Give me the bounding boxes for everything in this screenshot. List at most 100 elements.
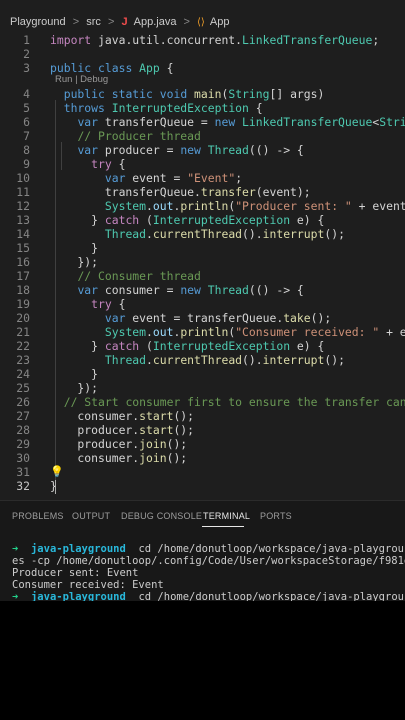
line-number: 24 xyxy=(16,367,30,381)
code-line[interactable]: 3 public class App { xyxy=(0,61,405,75)
code-text: Thread.currentThread().interrupt(); xyxy=(104,353,345,367)
chevron-right-icon: > xyxy=(72,16,80,29)
code-line[interactable]: 18 var consumer = new Thread(() -> { xyxy=(0,283,405,297)
code-line[interactable]: 21 System.out.println("Consumer received… xyxy=(0,325,405,339)
line-number: 2 xyxy=(23,47,30,61)
panel-tabs: PROBLEMS OUTPUT DEBUG CONSOLE TERMINAL P… xyxy=(0,501,405,531)
code-line[interactable]: 23 Thread.currentThread().interrupt(); xyxy=(0,353,405,367)
code-text: var producer = new Thread(() -> { xyxy=(77,143,304,157)
code-text: var event = transferQueue.take(); xyxy=(104,311,332,325)
breadcrumb-symbol[interactable]: App xyxy=(210,16,230,28)
code-text: public class App { xyxy=(50,61,174,75)
line-number: 25 xyxy=(16,381,30,395)
tab-debug-console[interactable]: DEBUG CONSOLE xyxy=(121,511,202,521)
code-line[interactable]: 4 public static void main(String[] args) xyxy=(0,87,405,101)
code-line[interactable]: 8 var producer = new Thread(() -> { xyxy=(0,143,405,157)
code-line[interactable]: 13 } catch (InterruptedException e) { xyxy=(0,213,405,227)
code-text: public static void main(String[] args) xyxy=(63,87,325,101)
code-text: }); xyxy=(50,381,99,395)
code-line[interactable]: 14 Thread.currentThread().interrupt(); xyxy=(0,227,405,241)
code-line[interactable]: 19 try { xyxy=(0,297,405,311)
breadcrumb-folder[interactable]: src xyxy=(86,16,101,28)
terminal-project: java-playground xyxy=(30,543,126,555)
code-text: Thread.currentThread().interrupt(); xyxy=(104,227,345,241)
line-number: 20 xyxy=(16,311,30,325)
line-number: 5 xyxy=(23,101,30,115)
code-line[interactable]: 15 } xyxy=(0,241,405,255)
code-line[interactable]: 9 try { xyxy=(0,157,405,171)
terminal-line: Producer sent: Event xyxy=(12,567,139,579)
line-number: 21 xyxy=(16,325,30,339)
breadcrumb-root[interactable]: Playground xyxy=(10,16,66,28)
code-line[interactable]: 32} xyxy=(0,479,405,493)
code-text: transferQueue.transfer(event); xyxy=(50,185,311,199)
tab-output[interactable]: OUTPUT xyxy=(72,511,110,521)
chevron-right-icon: > xyxy=(107,16,115,29)
tab-terminal[interactable]: TERMINAL xyxy=(203,511,250,521)
line-number: 8 xyxy=(23,143,30,157)
line-number: 1 xyxy=(23,33,30,47)
line-number: 3 xyxy=(23,61,30,75)
line-number: 27 xyxy=(16,409,30,423)
line-number: 10 xyxy=(16,171,30,185)
code-line[interactable]: 29 producer.join(); xyxy=(0,437,405,451)
line-number: 29 xyxy=(16,437,30,451)
code-text: System.out.println("Consumer received: "… xyxy=(104,325,405,339)
tab-problems[interactable]: PROBLEMS xyxy=(12,511,64,521)
code-text: try { xyxy=(91,297,126,311)
line-number: 28 xyxy=(16,423,30,437)
line-number: 30 xyxy=(16,451,30,465)
screen: Playground > src > J App.java > ⟨⟩ App R… xyxy=(0,0,405,720)
code-line[interactable]: 28 producer.start(); xyxy=(0,423,405,437)
line-number: 12 xyxy=(16,199,30,213)
code-line[interactable]: 1 import java.util.concurrent.LinkedTrans… xyxy=(0,33,405,47)
tab-ports[interactable]: PORTS xyxy=(260,511,292,521)
code-line[interactable]: 17 // Consumer thread xyxy=(0,269,405,283)
prompt-arrow-icon: ➜ xyxy=(12,543,19,555)
chevron-right-icon: > xyxy=(183,16,190,29)
lightbulb-icon[interactable]: 💡 xyxy=(50,465,64,478)
run-debug-codelens[interactable]: Run | Debug xyxy=(55,74,108,85)
code-text: var consumer = new Thread(() -> { xyxy=(77,283,304,297)
code-line[interactable]: 7 // Producer thread xyxy=(0,129,405,143)
code-line[interactable]: 30 consumer.join(); xyxy=(0,451,405,465)
terminal-output[interactable]: ➜ java-playground cd /home/donutloop/wor… xyxy=(12,543,405,601)
code-text: } catch (InterruptedException e) { xyxy=(50,213,325,227)
terminal-line: ➜ java-playground cd /home/donutloop/wor… xyxy=(12,543,405,555)
line-number: 31 xyxy=(16,465,30,479)
line-number: 32 xyxy=(16,479,30,493)
code-line[interactable]: 27 consumer.start(); xyxy=(0,409,405,423)
code-line[interactable]: 24 } xyxy=(0,367,405,381)
code-line[interactable]: 5 throws InterruptedException { xyxy=(0,101,405,115)
line-number: 14 xyxy=(16,227,30,241)
code-line[interactable]: 22 } catch (InterruptedException e) { xyxy=(0,339,405,353)
code-line[interactable]: 12 System.out.println("Producer sent: " … xyxy=(0,199,405,213)
code-line[interactable]: 25 }); xyxy=(0,381,405,395)
code-line[interactable]: 2 xyxy=(0,47,405,61)
code-text: } xyxy=(50,241,99,255)
terminal-line: ➜ java-playground cd /home/donutloop/wor… xyxy=(12,591,405,601)
line-number: 6 xyxy=(23,115,30,129)
code-text: // Consumer thread xyxy=(77,269,201,283)
code-text: } xyxy=(50,367,99,381)
line-number: 15 xyxy=(16,241,30,255)
code-text: // Start consumer first to ensure the tr… xyxy=(63,395,405,409)
line-number: 23 xyxy=(16,353,30,367)
code-text: producer.join(); xyxy=(50,437,188,451)
code-text: import java.util.concurrent.LinkedTransf… xyxy=(50,33,380,47)
line-number: 22 xyxy=(16,339,30,353)
line-number: 13 xyxy=(16,213,30,227)
active-tab-indicator xyxy=(202,526,244,527)
code-line[interactable]: 26 // Start consumer first to ensure the… xyxy=(0,395,405,409)
prompt-arrow-icon: ➜ xyxy=(12,591,19,601)
breadcrumb-file[interactable]: App.java xyxy=(134,16,177,28)
code-line[interactable]: 16 }); xyxy=(0,255,405,269)
code-line[interactable]: 11 transferQueue.transfer(event); xyxy=(0,185,405,199)
code-line[interactable]: 6 var transferQueue = new LinkedTransfer… xyxy=(0,115,405,129)
code-line[interactable]: 20 var event = transferQueue.take(); xyxy=(0,311,405,325)
code-line[interactable]: 10 var event = "Event"; xyxy=(0,171,405,185)
code-text: } catch (InterruptedException e) { xyxy=(50,339,325,353)
code-editor[interactable]: Playground > src > J App.java > ⟨⟩ App R… xyxy=(0,0,405,500)
line-number: 16 xyxy=(16,255,30,269)
line-number: 17 xyxy=(16,269,30,283)
